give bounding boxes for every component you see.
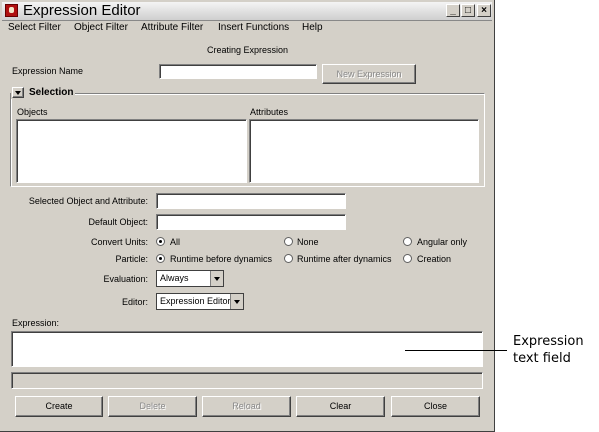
title-bar: Expression Editor _ □ × bbox=[2, 2, 492, 21]
reload-button[interactable]: Reload bbox=[202, 396, 291, 417]
window-title: Expression Editor bbox=[23, 2, 141, 19]
expression-text-field[interactable] bbox=[11, 331, 483, 367]
app-icon[interactable] bbox=[5, 4, 18, 17]
expression-label: Expression: bbox=[12, 318, 60, 328]
create-button[interactable]: Create bbox=[15, 396, 103, 417]
selected-object-attribute-label: Selected Object and Attribute: bbox=[28, 196, 148, 206]
menu-select-filter[interactable]: Select Filter bbox=[8, 21, 61, 35]
particle-after-dynamics-radio[interactable] bbox=[284, 254, 293, 263]
new-expression-button[interactable]: New Expression bbox=[322, 64, 416, 84]
objects-header: Objects bbox=[17, 107, 48, 117]
expression-name-input[interactable] bbox=[159, 64, 317, 79]
selection-header: Selection bbox=[11, 86, 75, 99]
annotation-label: Expression text field bbox=[513, 333, 584, 367]
evaluation-value: Always bbox=[160, 273, 189, 283]
editor-label: Editor: bbox=[121, 297, 148, 307]
particle-before-dynamics-label: Runtime before dynamics bbox=[170, 254, 273, 264]
editor-value: Expression Editor bbox=[160, 296, 231, 306]
expression-editor-window: Expression Editor _ □ × Select Filter Ob… bbox=[0, 0, 495, 432]
attributes-list[interactable] bbox=[249, 119, 479, 183]
clear-button[interactable]: Clear bbox=[296, 396, 385, 417]
expression-name-label: Expression Name bbox=[12, 66, 84, 76]
evaluation-dropdown[interactable]: Always bbox=[156, 270, 224, 287]
default-object-label: Default Object: bbox=[88, 217, 148, 227]
evaluation-arrow[interactable] bbox=[210, 271, 223, 286]
dropdown-arrow-icon bbox=[214, 277, 220, 281]
close-window-button[interactable]: × bbox=[477, 4, 491, 17]
selection-label: Selection bbox=[29, 87, 74, 98]
attributes-header: Attributes bbox=[250, 107, 289, 117]
menu-attribute-filter[interactable]: Attribute Filter bbox=[141, 21, 203, 35]
convert-units-label: Convert Units: bbox=[90, 237, 148, 247]
close-button[interactable]: Close bbox=[391, 396, 480, 417]
annotation-line-1: Expression bbox=[513, 334, 584, 349]
collapse-toggle[interactable] bbox=[12, 87, 24, 98]
maximize-button[interactable]: □ bbox=[461, 4, 475, 17]
error-line-field bbox=[11, 372, 483, 389]
evaluation-label: Evaluation: bbox=[103, 274, 148, 284]
convert-units-all-radio[interactable] bbox=[156, 237, 165, 246]
editor-dropdown[interactable]: Expression Editor bbox=[156, 293, 244, 310]
annotation-line-2: text field bbox=[513, 351, 571, 366]
delete-button[interactable]: Delete bbox=[108, 396, 197, 417]
menu-help[interactable]: Help bbox=[302, 21, 323, 35]
annotation-leader-line bbox=[405, 350, 507, 351]
convert-units-angular-radio[interactable] bbox=[403, 237, 412, 246]
default-object-input[interactable] bbox=[156, 214, 346, 230]
convert-units-none-radio[interactable] bbox=[284, 237, 293, 246]
particle-creation-label: Creation bbox=[417, 254, 452, 264]
convert-units-none-label: None bbox=[297, 237, 319, 247]
status-text: Creating Expression bbox=[206, 45, 289, 55]
menu-insert-functions[interactable]: Insert Functions bbox=[218, 21, 289, 35]
triangle-down-icon bbox=[15, 91, 21, 95]
selected-object-attribute-input[interactable] bbox=[156, 193, 346, 209]
convert-units-all-label: All bbox=[170, 237, 181, 247]
dropdown-arrow-icon bbox=[234, 300, 240, 304]
objects-list[interactable] bbox=[16, 119, 247, 183]
particle-after-dynamics-label: Runtime after dynamics bbox=[297, 254, 392, 264]
editor-arrow[interactable] bbox=[230, 294, 243, 309]
particle-before-dynamics-radio[interactable] bbox=[156, 254, 165, 263]
menu-object-filter[interactable]: Object Filter bbox=[74, 21, 128, 35]
particle-creation-radio[interactable] bbox=[403, 254, 412, 263]
convert-units-angular-label: Angular only bbox=[417, 237, 468, 247]
minimize-button[interactable]: _ bbox=[446, 4, 460, 17]
particle-label: Particle: bbox=[115, 254, 148, 264]
